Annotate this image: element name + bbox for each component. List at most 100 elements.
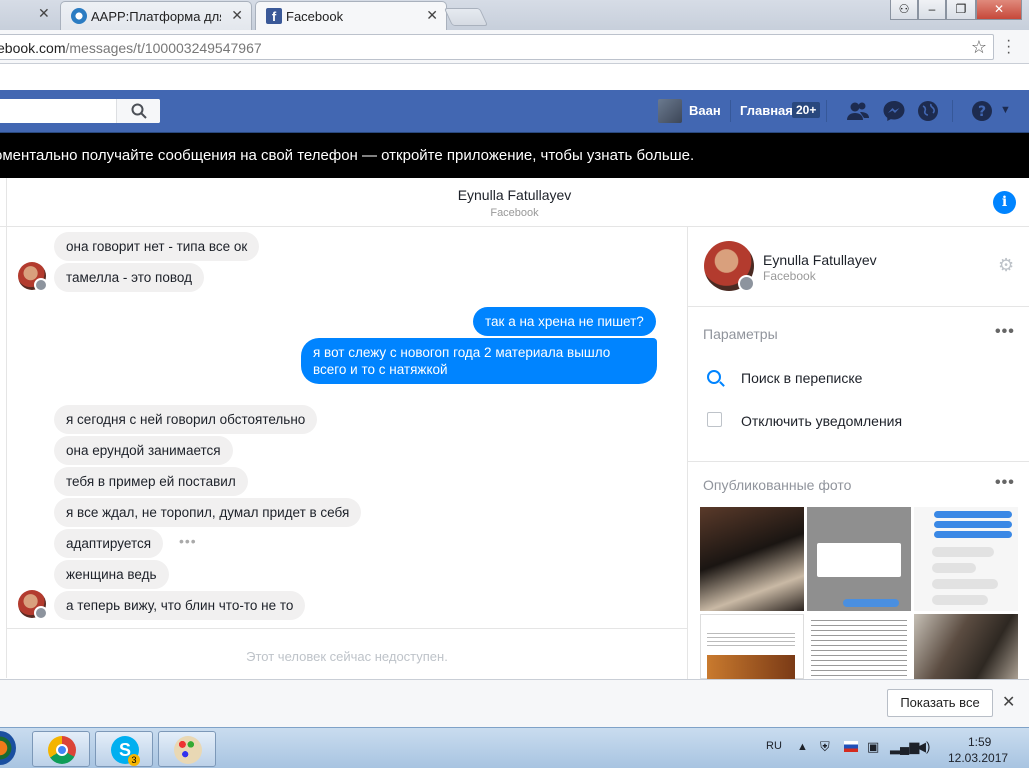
shared-photo[interactable] xyxy=(807,614,911,679)
address-bar: ebook.com/messages/t/100003249547967 ☆ xyxy=(0,30,1029,64)
contact-profile-source: Facebook xyxy=(763,269,816,283)
friend-requests-icon[interactable] xyxy=(846,100,870,122)
chrome-icon-center xyxy=(56,744,68,756)
show-all-downloads-button[interactable]: Показать все xyxy=(887,689,993,717)
paint-palette-icon xyxy=(174,736,202,764)
taskbar-skype[interactable]: S 3 xyxy=(95,731,153,767)
download-bar-close-icon[interactable]: ✕ xyxy=(1002,692,1015,712)
message-line: я вот слежу с новогоп года 2 материала в… xyxy=(313,345,611,360)
home-link[interactable]: Главная xyxy=(740,103,793,118)
contact-avatar[interactable] xyxy=(18,590,48,620)
photo-dialog-preview xyxy=(817,543,901,577)
clock-time[interactable]: 1:59 xyxy=(968,735,991,749)
tab-close-icon[interactable]: ✕ xyxy=(231,7,243,24)
shared-photo[interactable] xyxy=(914,614,1018,679)
composer-area: Этот человек сейчас недоступен. xyxy=(7,628,687,678)
window-close-button[interactable]: ✕ xyxy=(976,0,1022,20)
search-in-conversation[interactable]: Поиск в переписке xyxy=(741,370,862,386)
photo-text-preview xyxy=(811,620,907,678)
photo-bubble-preview xyxy=(932,547,994,557)
shared-photo[interactable] xyxy=(700,507,804,611)
message-bubble: она ерундой занимается xyxy=(54,436,233,465)
mute-notifications-checkbox[interactable] xyxy=(707,412,722,427)
url-input[interactable]: ebook.com/messages/t/100003249547967 ☆ xyxy=(0,34,994,60)
url-host: ebook.com xyxy=(0,40,66,56)
photo-bubble-preview xyxy=(934,531,1012,538)
input-language[interactable]: RU xyxy=(766,740,782,752)
browser-tab-bar: ✕ AAPP:Платформа для м ✕ f Facebook ✕ ⚇ … xyxy=(0,0,1029,30)
photo-image-preview xyxy=(707,655,795,679)
show-hidden-icons[interactable]: ▲ xyxy=(797,741,808,753)
help-icon[interactable]: ? xyxy=(970,100,994,122)
tab-close-icon[interactable]: ✕ xyxy=(38,5,50,22)
header-divider xyxy=(826,100,827,122)
notifications-globe-icon[interactable] xyxy=(916,100,940,122)
clock-date[interactable]: 12.03.2017 xyxy=(948,751,1008,765)
contact-avatar[interactable] xyxy=(18,262,48,292)
taskbar-chrome[interactable] xyxy=(32,731,90,767)
message-actions-dots[interactable]: ••• xyxy=(179,533,197,549)
start-button[interactable] xyxy=(0,731,16,765)
url-text: ebook.com/messages/t/100003249547967 xyxy=(0,40,262,56)
bookmark-star-icon[interactable]: ☆ xyxy=(971,37,987,58)
message-bubble: адаптируется xyxy=(54,529,164,558)
tray-flag-icon[interactable] xyxy=(844,741,858,752)
gear-icon[interactable]: ⚙ xyxy=(998,255,1014,276)
taskbar-paint[interactable] xyxy=(158,731,216,767)
shared-photo[interactable] xyxy=(700,614,804,679)
download-bar: Показать все ✕ xyxy=(0,679,1029,727)
info-icon[interactable]: i xyxy=(993,191,1016,214)
message-bubble: тамелла - это повод xyxy=(54,263,204,292)
conversation-details-panel: Eynulla Fatullayev Facebook ⚙ Параметры … xyxy=(687,227,1029,679)
message-bubble: я все ждал, не торопил, думал придет в с… xyxy=(54,498,362,527)
tab-title: Facebook xyxy=(286,9,344,24)
network-icon[interactable]: ▂▄▆ xyxy=(890,739,919,755)
fb-search-input[interactable] xyxy=(0,99,160,123)
new-tab-button[interactable] xyxy=(443,8,489,26)
user-avatar[interactable] xyxy=(658,99,682,123)
tab-aapp[interactable]: AAPP:Платформа для м ✕ xyxy=(60,1,252,30)
tray-antivirus-icon[interactable]: ⛨ xyxy=(820,739,830,755)
browser-menu-icon[interactable]: · · · xyxy=(1006,33,1011,61)
chrome-icon xyxy=(48,736,76,764)
app-promo-banner: оментально получайте сообщения на свой т… xyxy=(0,133,1029,178)
tab-title: AAPP:Платформа для м xyxy=(91,9,221,24)
message-list[interactable]: она говорит нет - типа все ок тамелла - … xyxy=(7,227,687,627)
shared-photo[interactable] xyxy=(807,507,911,611)
header-divider xyxy=(952,100,953,122)
windows-taskbar: S 3 RU ▲ ⛨ ▣ ▂▄▆ ◀) 1:59 12.03.2017 xyxy=(0,727,1029,768)
conversation-subtitle: Facebook xyxy=(490,207,539,219)
user-name-link[interactable]: Ваан xyxy=(689,103,721,118)
photo-text-preview xyxy=(707,633,795,647)
header-divider xyxy=(730,100,731,122)
facebook-favicon-icon: f xyxy=(266,8,282,24)
search-icon xyxy=(131,103,147,119)
photo-bubble-preview xyxy=(932,595,988,605)
tab-close-icon[interactable]: ✕ xyxy=(426,7,438,24)
divider xyxy=(688,306,1029,307)
account-menu-chevron-icon[interactable]: ▼ xyxy=(1000,104,1011,116)
contact-profile-name[interactable]: Eynulla Fatullayev xyxy=(763,252,877,268)
contact-profile-avatar[interactable] xyxy=(704,241,755,292)
minimize-button[interactable]: – xyxy=(918,0,946,20)
aapp-favicon-icon xyxy=(71,8,87,24)
url-path: /messages/t/100003249547967 xyxy=(65,40,262,56)
mute-notifications-label[interactable]: Отключить уведомления xyxy=(741,413,902,429)
photo-bubble-preview xyxy=(934,511,1012,518)
unavailable-notice: Этот человек сейчас недоступен. xyxy=(246,649,448,664)
shared-photos-more-icon[interactable]: ••• xyxy=(995,474,1015,492)
photo-bubble-preview xyxy=(932,579,998,589)
messenger-icon[interactable] xyxy=(882,100,906,122)
tab-facebook[interactable]: f Facebook ✕ xyxy=(255,1,447,30)
options-more-icon[interactable]: ••• xyxy=(995,323,1015,341)
photo-bubble-preview xyxy=(934,521,1012,528)
photo-bubble-preview xyxy=(843,599,899,607)
volume-icon[interactable]: ◀) xyxy=(916,739,930,755)
profile-button[interactable]: ⚇ xyxy=(890,0,918,20)
options-section-title: Параметры xyxy=(703,326,778,342)
skype-badge: 3 xyxy=(128,754,140,766)
shared-photo[interactable] xyxy=(914,507,1018,611)
maximize-button[interactable]: ❐ xyxy=(946,0,976,20)
tray-device-icon[interactable]: ▣ xyxy=(867,739,879,755)
fb-search-button[interactable] xyxy=(116,99,160,123)
